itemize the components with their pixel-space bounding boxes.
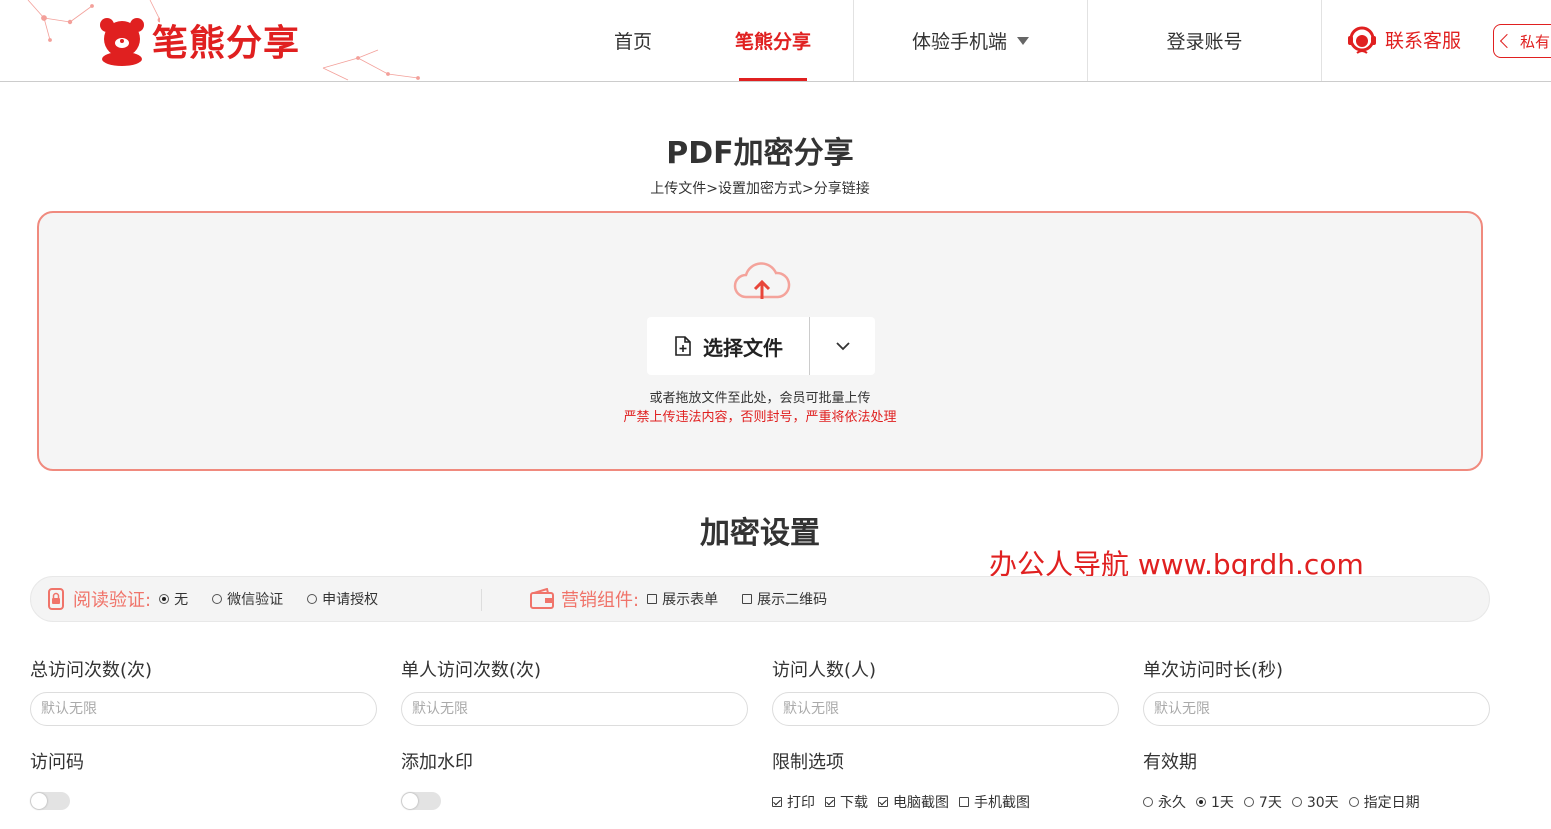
validity-options: 永久 1天 7天 30天 指定日期 [1143,792,1430,812]
restrict-mobile-screenshot-checkbox[interactable]: 手机截图 [959,792,1030,812]
brand-name: 笔熊分享 [152,23,301,64]
brand-logo[interactable]: 笔熊分享 [96,14,300,66]
radio[interactable] [212,594,223,604]
bear-logo-icon [100,18,144,66]
checkbox[interactable] [959,797,969,807]
visitor-count-input[interactable] [772,692,1119,726]
nav-mobile-label: 体验手机端 [911,31,1007,53]
show-form-checkbox[interactable]: 展示表单 [647,589,718,609]
wallet-icon [530,588,554,609]
nav-login-label: 登录账号 [1166,31,1243,53]
radio[interactable] [307,594,318,604]
validity-forever-radio[interactable]: 永久 [1143,792,1186,812]
restrict-download-label: 下载 [840,795,868,811]
validity-custom-date-label: 指定日期 [1363,795,1420,811]
radio[interactable] [1143,797,1153,807]
validity-7day-label: 7天 [1258,795,1282,811]
radio-selected[interactable] [1196,797,1206,807]
validity-forever-label: 永久 [1158,795,1186,811]
checkbox-checked[interactable] [878,797,888,807]
validity-label: 有效期 [1143,752,1197,773]
add-watermark-label: 添加水印 [401,752,473,773]
restrict-pc-screenshot-checkbox[interactable]: 电脑截图 [878,792,949,812]
top-header: 笔熊分享 首页 笔熊分享 体验手机端 登录账号 联系客服 私有 [0,0,1551,82]
total-visits-label: 总访问次数(次) [30,660,153,681]
phone-lock-icon [48,588,64,610]
checkbox[interactable] [742,594,753,604]
show-qrcode-checkbox[interactable]: 展示二维码 [742,589,827,609]
restrictions-label: 限制选项 [772,752,844,773]
choose-file-button[interactable]: 选择文件 [647,317,810,375]
visit-duration-label: 单次访问时长(秒) [1143,660,1284,681]
restrict-mobile-screenshot-label: 手机截图 [974,795,1030,811]
read-verify-none-radio[interactable]: 无 [159,589,188,609]
upload-source-dropdown[interactable] [810,317,875,375]
checkbox-checked[interactable] [772,797,782,807]
read-verify-wechat-label: 微信验证 [227,592,284,608]
restrict-download-checkbox[interactable]: 下载 [825,792,868,812]
checkbox[interactable] [647,594,658,604]
settings-divider [481,589,482,611]
read-verify-authorize-label: 申请授权 [322,592,379,608]
private-tab-label: 私有 [1520,32,1551,51]
marketing-group: 营销组件: 展示表单 展示二维码 [529,577,851,621]
steps-breadcrumb: 上传文件>设置加密方式>分享链接 [650,181,870,197]
validity-30day-radio[interactable]: 30天 [1291,792,1339,812]
restrict-pc-screenshot-label: 电脑截图 [893,795,949,811]
radio[interactable] [1243,797,1254,807]
read-verify-authorize-radio[interactable]: 申请授权 [307,589,378,609]
show-form-label: 展示表单 [662,592,719,608]
nav-share-label: 笔熊分享 [734,31,811,53]
validity-1day-radio[interactable]: 1天 [1196,792,1234,812]
total-visits-input[interactable] [30,692,377,726]
read-verify-none-label: 无 [174,592,189,608]
restrict-print-checkbox[interactable]: 打印 [772,792,815,812]
upload-hint: 或者拖放文件至此处，会员可批量上传 [649,391,871,406]
validity-30day-label: 30天 [1306,795,1339,811]
read-verify-wechat-radio[interactable]: 微信验证 [212,589,283,609]
single-visits-input[interactable] [401,692,748,726]
validity-7day-radio[interactable]: 7天 [1243,792,1282,812]
nav-login[interactable]: 登录账号 [1088,0,1321,81]
single-visits-label: 单人访问次数(次) [401,660,542,681]
nav-divider [1321,0,1322,81]
validity-custom-date-radio[interactable]: 指定日期 [1348,792,1420,812]
checkbox-checked[interactable] [825,797,835,807]
radio[interactable] [1348,797,1359,807]
restrictions-options: 打印 下载 电脑截图 手机截图 [772,792,1040,812]
read-verify-label: 阅读验证: [73,590,152,611]
chevron-down-icon [835,342,850,351]
restrict-print-label: 打印 [787,795,815,811]
nav-home[interactable]: 首页 [598,0,668,81]
read-verify-group: 阅读验证: 无 微信验证 申请授权 [45,577,402,621]
choose-file-label: 选择文件 [703,335,783,360]
upload-warning: 严禁上传违法内容，否则封号，严重将依法处理 [623,410,897,425]
upload-dropzone[interactable]: 选择文件 或者拖放文件至此处，会员可批量上传 严禁上传违法内容，否则封号，严重将… [37,211,1483,471]
access-code-toggle[interactable] [30,792,70,810]
show-qrcode-label: 展示二维码 [757,592,828,608]
private-tab[interactable]: 私有 [1493,24,1551,58]
settings-bar: 阅读验证: 无 微信验证 申请授权 营销组件: 展示表单 展示二维码 [30,576,1490,622]
validity-1day-label: 1天 [1211,795,1234,811]
contact-service-label: 联系客服 [1385,29,1462,52]
add-watermark-toggle[interactable] [401,792,441,810]
page-title: PDF加密分享 [666,136,854,171]
nav-mobile-dropdown[interactable]: 体验手机端 [854,0,1087,81]
nav-bixiong-share[interactable]: 笔熊分享 [728,0,818,81]
radio[interactable] [1291,797,1302,807]
contact-service-link[interactable]: 联系客服 [1345,22,1461,56]
visit-duration-input[interactable] [1143,692,1490,726]
radio-selected[interactable] [159,594,170,604]
network-decoration-2 [322,49,420,81]
access-code-label: 访问码 [30,752,84,773]
caret-down-icon [1017,36,1029,45]
nav-home-label: 首页 [613,31,652,53]
choose-file-group: 选择文件 [647,317,875,375]
marketing-label: 营销组件: [561,590,640,611]
cloud-upload-icon [733,262,791,299]
add-file-icon [675,336,691,356]
visitor-count-label: 访问人数(人) [772,660,877,681]
customer-service-icon [1348,26,1376,54]
